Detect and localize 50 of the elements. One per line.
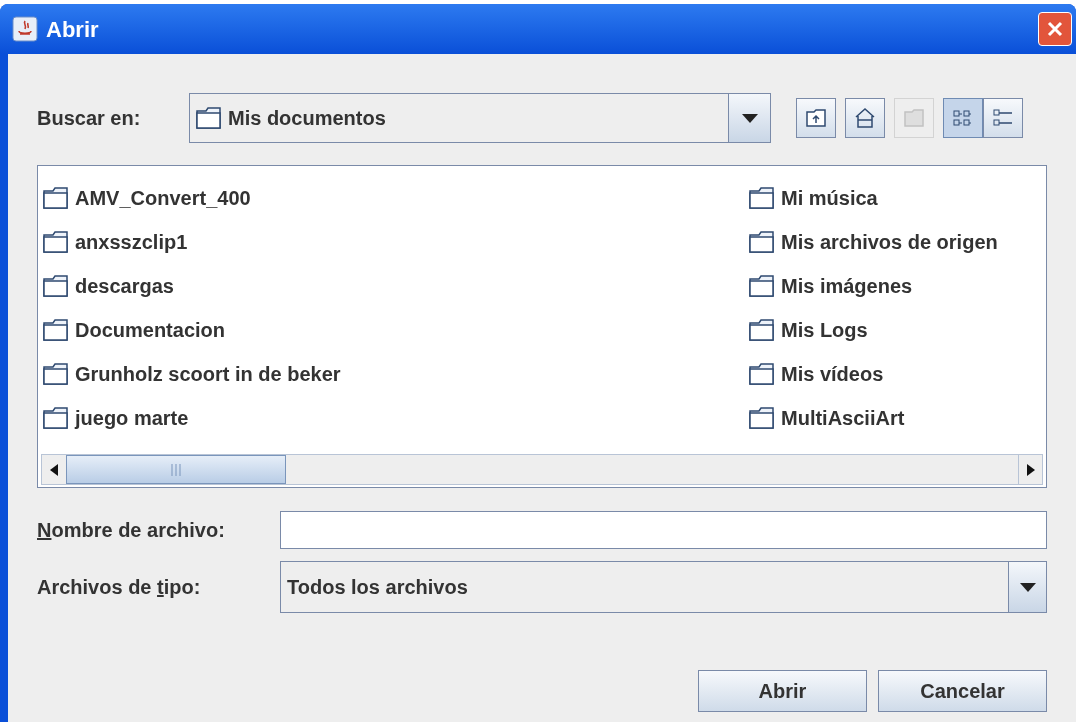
left-arrow-icon [50, 463, 58, 476]
folder-name[interactable]: Mis archivos de origen [781, 227, 998, 257]
folder-name[interactable]: MultiAsciiArt [781, 403, 905, 433]
folder-icon [43, 275, 69, 297]
folder-name[interactable]: Mis imágenes [781, 271, 913, 301]
folder-icon [196, 107, 222, 129]
folder-name[interactable]: juego marte [75, 403, 189, 433]
folder-icon [43, 407, 69, 429]
folder-icon [43, 187, 69, 209]
folder-icon [749, 319, 775, 341]
file-type-dropdown[interactable]: Todos los archivos [280, 561, 1047, 613]
right-arrow-icon [1026, 463, 1035, 476]
folder-name[interactable]: Mis vídeos [781, 359, 884, 389]
folder-dropdown[interactable]: Mis documentos [189, 93, 771, 143]
dialog-button[interactable]: Abrir [698, 670, 867, 712]
close-icon [1046, 20, 1064, 38]
dialog-button[interactable]: Cancelar [878, 670, 1047, 712]
field-label: Buscar en: [37, 106, 142, 131]
caret-icon [1019, 582, 1036, 592]
window-title: Abrir [46, 15, 100, 44]
folder-icon [43, 231, 69, 253]
folder-icon [43, 363, 69, 385]
cup-icon [12, 16, 38, 42]
folder-icon [43, 319, 69, 341]
folder-up-button[interactable] [796, 98, 836, 138]
folder-name[interactable]: Grunholz scoort in de beker [75, 359, 341, 389]
field-label: Nombre de archivo: [37, 518, 226, 543]
folder-name[interactable]: Mi música [781, 183, 878, 213]
list-view-button[interactable] [943, 98, 983, 138]
details-view-button[interactable] [983, 98, 1023, 138]
close-button[interactable] [1038, 12, 1072, 46]
field-label: Archivos de tipo: [37, 575, 202, 600]
horizontal-scrollbar[interactable] [41, 454, 1043, 485]
scroll-thumb[interactable] [66, 455, 286, 484]
folder-icon [749, 275, 775, 297]
caret-icon [741, 113, 758, 123]
home-button[interactable] [845, 98, 885, 138]
folder-name[interactable]: Mis Logs [781, 315, 868, 345]
folder-name[interactable]: anxsszclip1 [75, 227, 188, 257]
folder-icon [902, 106, 926, 130]
folder-icon [749, 363, 775, 385]
folder-name[interactable]: AMV_Convert_400 [75, 183, 251, 213]
folder-name[interactable]: Documentacion [75, 315, 226, 345]
folder-icon [749, 187, 775, 209]
folder-up-icon [804, 106, 828, 130]
folder-icon [749, 407, 775, 429]
folder-icon [749, 231, 775, 253]
home-icon [853, 106, 877, 130]
folder-name[interactable]: descargas [75, 271, 174, 301]
file-name-field[interactable] [280, 511, 1047, 549]
